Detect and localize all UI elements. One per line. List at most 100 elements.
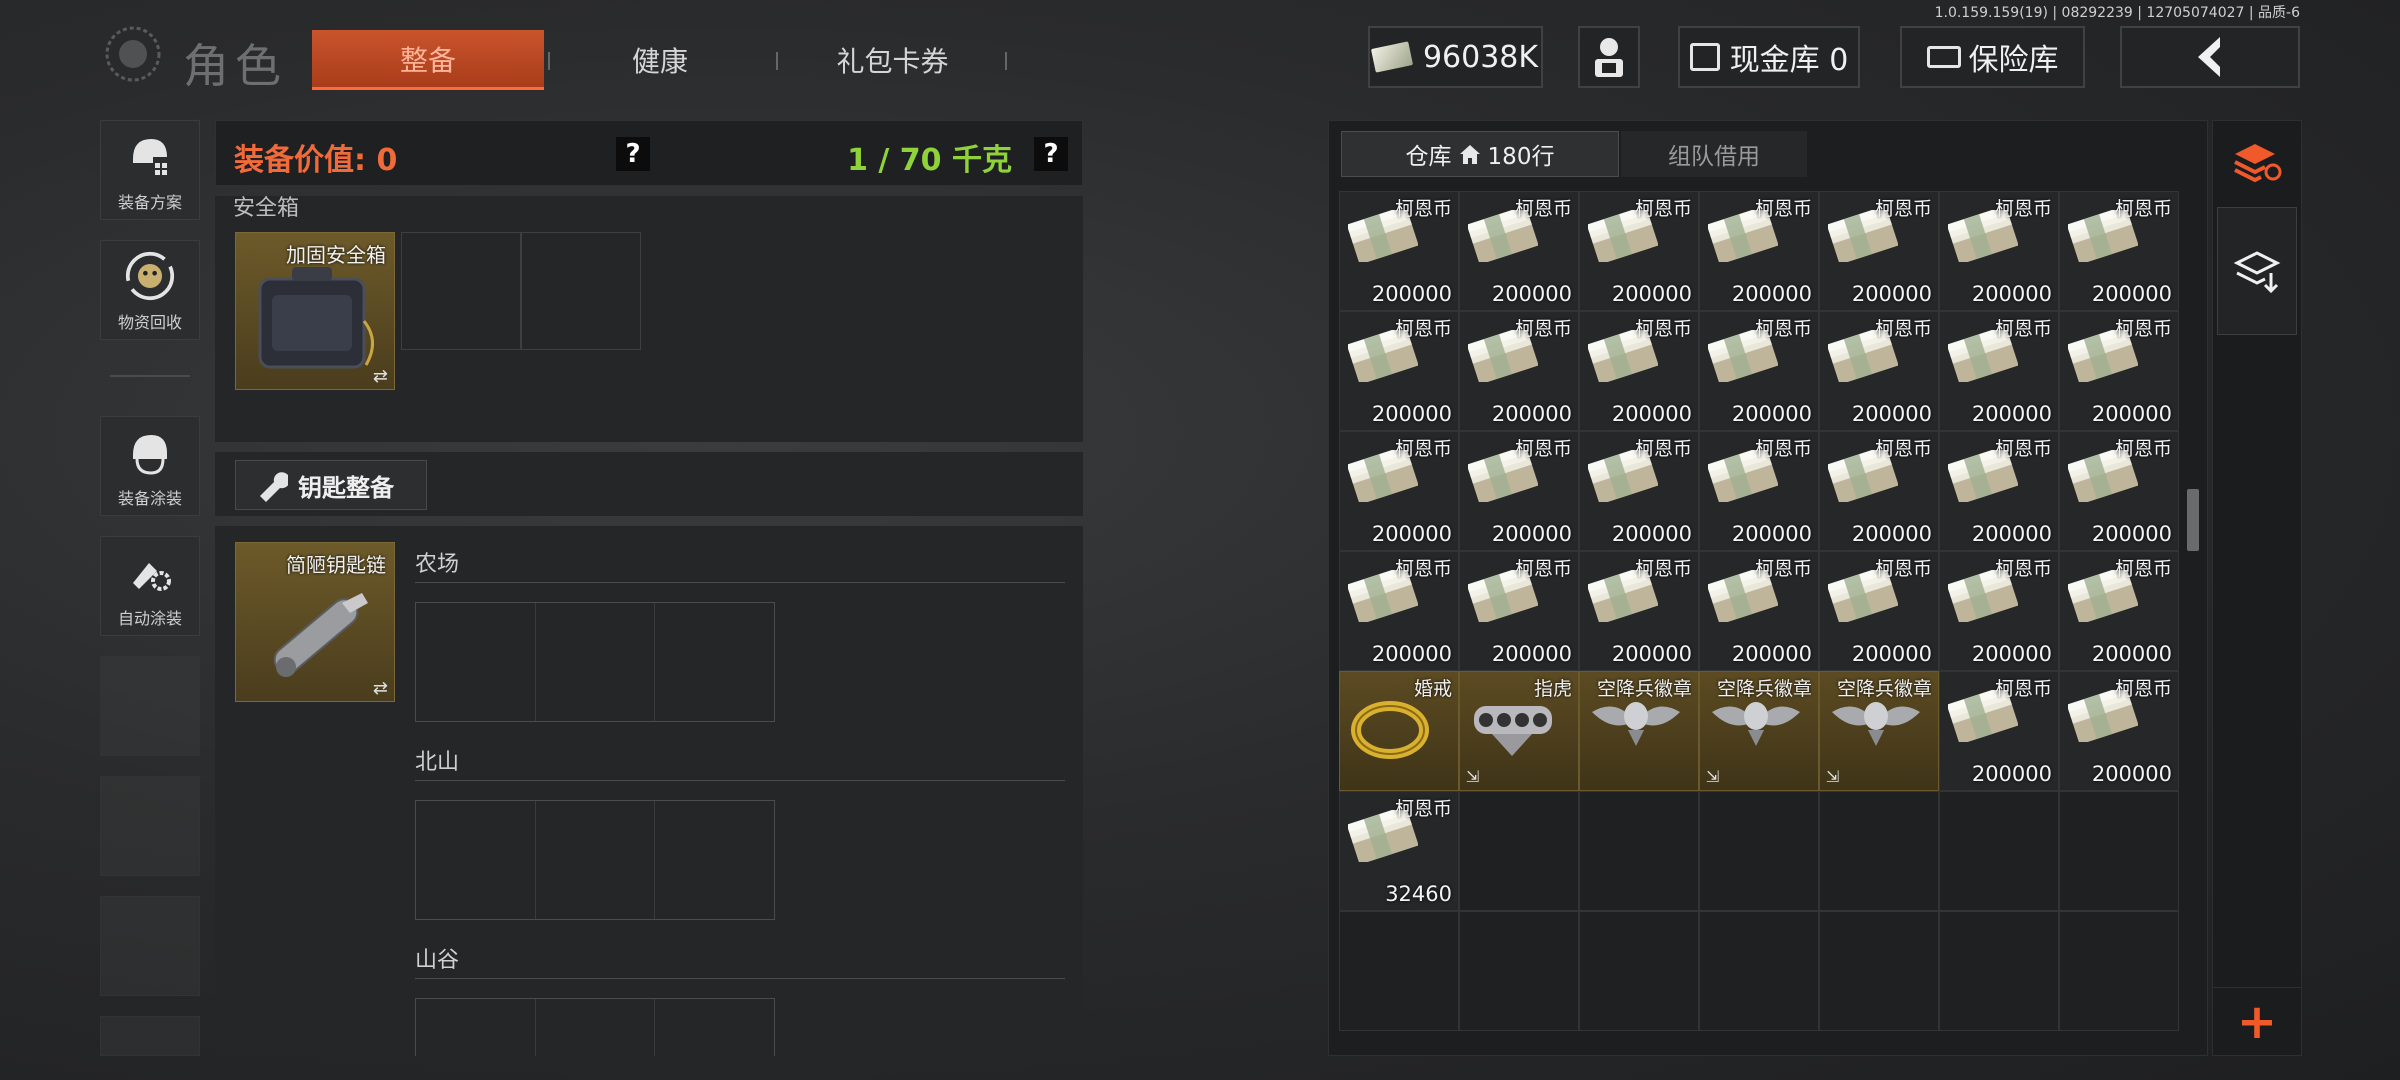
extract-marker-icon: ⇲	[1826, 767, 1840, 786]
tab-health[interactable]: 健康	[560, 30, 760, 90]
warehouse-item-cash[interactable]: 柯恩币 200000	[1579, 311, 1699, 431]
warehouse-item-cash[interactable]: 柯恩币 200000	[1339, 191, 1459, 311]
warehouse-item-cash[interactable]: 柯恩币 200000	[1339, 311, 1459, 431]
tab-gift-cards[interactable]: 礼包卡券	[785, 30, 1000, 90]
key-loadout-button[interactable]: 钥匙整备	[235, 460, 427, 510]
item-name: 柯恩币	[1754, 438, 1812, 460]
warehouse-empty-slot[interactable]	[1819, 791, 1939, 911]
add-button[interactable]: +	[2213, 987, 2301, 1055]
warehouse-item-cash[interactable]: 柯恩币 200000	[1699, 191, 1819, 311]
warehouse-item-cash[interactable]: 柯恩币 200000	[1579, 191, 1699, 311]
warehouse-item-cash[interactable]: 柯恩币 200000	[1939, 671, 2059, 791]
warehouse-item-cash[interactable]: 柯恩币 32460	[1339, 791, 1459, 911]
item-quantity: 200000	[1971, 522, 2052, 546]
warehouse-item-cash[interactable]: 柯恩币 200000	[1699, 551, 1819, 671]
sidebar-item-label: 装备方案	[117, 193, 182, 212]
warehouse-item-cash[interactable]: 柯恩币 200000	[1459, 311, 1579, 431]
item-quantity: 200000	[1731, 402, 1812, 426]
item-name: 柯恩币	[2114, 678, 2172, 700]
swap-icon[interactable]: ⇄	[373, 366, 388, 387]
value-help-button[interactable]: ?	[616, 137, 650, 171]
warehouse-empty-slot[interactable]	[1939, 911, 2059, 1031]
map-key-slots-farm[interactable]	[415, 602, 775, 722]
simple-key-chain-item[interactable]: 简陋钥匙链 ⇄	[235, 542, 395, 702]
warehouse-item-cash[interactable]: 柯恩币 200000	[1339, 551, 1459, 671]
warehouse-empty-slot[interactable]	[2059, 791, 2179, 911]
warehouse-item-cash[interactable]: 柯恩币 200000	[1939, 551, 2059, 671]
tab-team-borrow[interactable]: 组队借用	[1621, 131, 1807, 177]
warehouse-item-cash[interactable]: 柯恩币 200000	[1339, 431, 1459, 551]
warehouse-empty-slot[interactable]	[1339, 911, 1459, 1031]
warehouse-empty-slot[interactable]	[1939, 791, 2059, 911]
warehouse-grid: 柯恩币 200000 柯恩币 200000 柯恩币 200000 柯恩币 200000 柯恩币 2…	[1339, 191, 2181, 1057]
map-key-slots-valley[interactable]	[415, 998, 775, 1056]
warehouse-item-cash[interactable]: 柯恩币 200000	[1579, 431, 1699, 551]
deposit-stack-icon	[2233, 251, 2281, 294]
agent-button[interactable]	[1578, 26, 1640, 88]
safe-box-slot[interactable]	[401, 232, 521, 350]
warehouse-item-cash[interactable]: 柯恩币 200000	[1459, 191, 1579, 311]
sort-button[interactable]	[2213, 127, 2301, 197]
warehouse-item-cash[interactable]: 柯恩币 200000	[1939, 191, 2059, 311]
warehouse-item-ring[interactable]: 婚戒	[1339, 671, 1459, 791]
item-quantity: 200000	[2091, 642, 2172, 666]
warehouse-item-cash[interactable]: 柯恩币 200000	[2059, 551, 2179, 671]
safe-box-title: 安全箱	[233, 196, 300, 221]
item-name: 加固安全箱	[286, 243, 386, 267]
warehouse-item-badge[interactable]: 空降兵徽章 ⇲	[1699, 671, 1819, 791]
sidebar-item-paint[interactable]: 装备涂装	[100, 416, 200, 516]
warehouse-item-cash[interactable]: 柯恩币 200000	[1459, 551, 1579, 671]
warehouse-empty-slot[interactable]	[1459, 911, 1579, 1031]
warehouse-item-cash[interactable]: 柯恩币 200000	[2059, 311, 2179, 431]
warehouse-panel: 仓库 180行 组队借用 柯恩币 200000 柯恩币 200000 柯恩币 200000…	[1328, 120, 2208, 1056]
warehouse-item-knuckles[interactable]: 指虎 ⇲	[1459, 671, 1579, 791]
warehouse-item-cash[interactable]: 柯恩币 200000	[2059, 191, 2179, 311]
insurance-vault-button[interactable]: 保险库	[1900, 26, 2085, 88]
warehouse-item-cash[interactable]: 柯恩币 200000	[1939, 311, 2059, 431]
map-label-farm: 农场	[415, 552, 460, 577]
warehouse-item-cash[interactable]: 柯恩币 200000	[1699, 311, 1819, 431]
sidebar-item-auto-paint[interactable]: 自动涂装	[100, 536, 200, 636]
warehouse-item-badge[interactable]: 空降兵徽章	[1579, 671, 1699, 791]
warehouse-item-cash[interactable]: 柯恩币 200000	[1819, 311, 1939, 431]
item-name: 柯恩币	[1394, 318, 1452, 340]
map-key-slots-north-mountain[interactable]	[415, 800, 775, 920]
warehouse-item-cash[interactable]: 柯恩币 200000	[1459, 431, 1579, 551]
warehouse-empty-slot[interactable]	[1699, 791, 1819, 911]
warehouse-item-cash[interactable]: 柯恩币 200000	[1819, 191, 1939, 311]
money-display[interactable]: 96038K	[1368, 26, 1543, 88]
warehouse-item-cash[interactable]: 柯恩币 200000	[1939, 431, 2059, 551]
sidebar-item-recycle[interactable]: 物资回收	[100, 240, 200, 340]
warehouse-item-cash[interactable]: 柯恩币 200000	[1699, 431, 1819, 551]
warehouse-empty-slot[interactable]	[1819, 911, 1939, 1031]
sidebar-item-label: 装备涂装	[117, 489, 182, 508]
warehouse-item-cash[interactable]: 柯恩币 200000	[1819, 431, 1939, 551]
warehouse-item-cash[interactable]: 柯恩币 200000	[2059, 671, 2179, 791]
safe-box-slot[interactable]	[521, 232, 641, 350]
back-button[interactable]	[2120, 26, 2300, 88]
warehouse-tools: +	[2212, 120, 2302, 1056]
swap-icon[interactable]: ⇄	[373, 678, 388, 699]
deposit-button[interactable]	[2217, 207, 2297, 335]
item-quantity: 200000	[1851, 282, 1932, 306]
warehouse-scrollbar[interactable]	[2187, 489, 2199, 551]
tab-warehouse[interactable]: 仓库 180行	[1341, 131, 1619, 177]
warehouse-empty-slot[interactable]	[2059, 911, 2179, 1031]
reinforced-safe-box-item[interactable]: 加固安全箱 ⇄	[235, 232, 395, 390]
warehouse-item-badge[interactable]: 空降兵徽章 ⇲	[1819, 671, 1939, 791]
item-quantity: 200000	[1971, 762, 2052, 786]
warehouse-empty-slot[interactable]	[1459, 791, 1579, 911]
version-text: 1.0.159.159(19) | 08292239 | 12705074027…	[1934, 5, 2300, 21]
sidebar-empty-slot	[100, 896, 200, 996]
warehouse-empty-slot[interactable]	[1579, 791, 1699, 911]
warehouse-empty-slot[interactable]	[1579, 911, 1699, 1031]
weight-help-button[interactable]: ?	[1034, 137, 1068, 171]
tab-equip[interactable]: 整备	[312, 30, 544, 90]
warehouse-item-cash[interactable]: 柯恩币 200000	[1579, 551, 1699, 671]
cash-vault-button[interactable]: 现金库 0	[1678, 26, 1860, 88]
sidebar-item-loadout[interactable]: 装备方案	[100, 120, 200, 220]
warehouse-empty-slot[interactable]	[1699, 911, 1819, 1031]
warehouse-item-cash[interactable]: 柯恩币 200000	[1819, 551, 1939, 671]
item-quantity: 200000	[1731, 522, 1812, 546]
warehouse-item-cash[interactable]: 柯恩币 200000	[2059, 431, 2179, 551]
